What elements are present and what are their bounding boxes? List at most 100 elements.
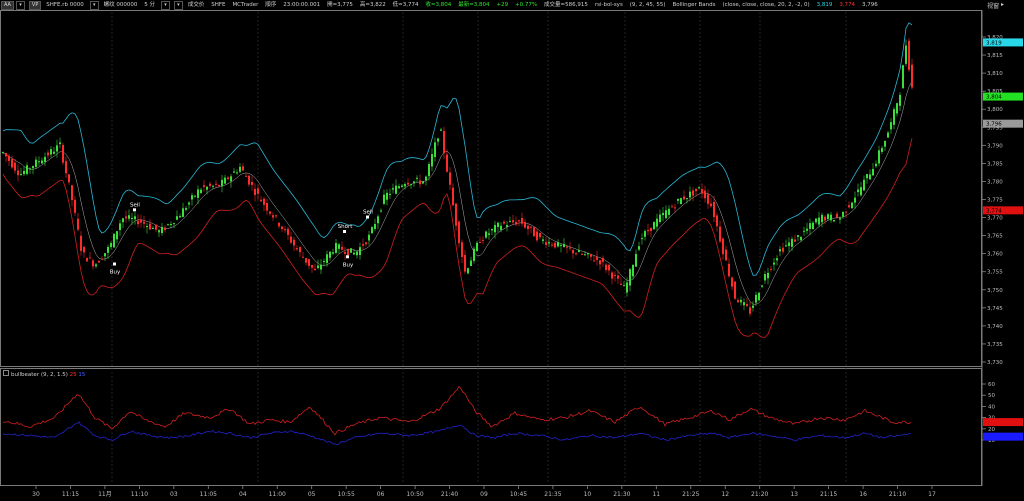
- price-badge-label: 3,819: [986, 40, 1002, 46]
- time-tick-label: 11:00: [269, 491, 286, 498]
- datasource-label: MCTrader: [232, 2, 259, 8]
- symbol-dropdown-icon[interactable]: ▾: [89, 1, 99, 10]
- open-value: 開=3,775: [327, 2, 353, 8]
- price-tick-label: 3,755: [987, 270, 1003, 276]
- settings-dropdown-icon[interactable]: ▾: [173, 1, 183, 10]
- time-tick-label: 16: [859, 491, 867, 498]
- time-tick-label: 21:30: [613, 491, 630, 498]
- time-tick-label: 21:35: [544, 491, 561, 498]
- bb-params: (close, close, close, 20, 2, -2, 0): [722, 2, 810, 8]
- window-menu[interactable]: 视窗 ▸: [987, 1, 1004, 10]
- price-tick-label: 3,770: [987, 216, 1003, 222]
- time-tick-label: 06: [377, 491, 385, 498]
- high-value: 高=3,822: [359, 2, 386, 8]
- price-tick-label: 3,810: [987, 71, 1003, 77]
- price-tick-label: 3,805: [987, 89, 1003, 95]
- time-tick-label: 21:25: [682, 491, 699, 498]
- time-tick-label: 03: [170, 491, 178, 498]
- last-value: 最新=3,804: [458, 2, 490, 8]
- time-tick-label: 11月: [98, 491, 112, 498]
- time-tick-label: 11: [652, 491, 660, 498]
- time-tick-label: 17: [928, 491, 936, 498]
- price-badge: [983, 119, 1023, 128]
- commodity-label: 螺纹 000000: [103, 2, 138, 8]
- mode-button[interactable]: VP: [28, 1, 42, 10]
- bb-lower-value: 3,774: [839, 2, 856, 8]
- indicator-tick-label: 50: [988, 393, 995, 399]
- price-badge: [983, 92, 1023, 101]
- indicator-badge: [983, 432, 1023, 441]
- close-value: 收=3,804: [425, 2, 452, 8]
- indicator-toggle-icon[interactable]: [3, 370, 9, 376]
- change-value: +29: [496, 2, 509, 8]
- interval-dropdown-icon[interactable]: ▾: [160, 1, 170, 10]
- price-tick-label: 3,745: [987, 306, 1003, 312]
- price-tick-label: 3,730: [987, 360, 1003, 366]
- indicator-value-1: 25: [69, 372, 77, 378]
- bb-upper-value: 3,819: [816, 2, 833, 8]
- time-tick-label: 05: [308, 491, 316, 498]
- price-tick-label: 3,775: [987, 198, 1003, 204]
- time-tick-label: 10:55: [338, 491, 355, 498]
- indicator-panel-border: [0, 368, 982, 486]
- time-tick-label: 10: [584, 491, 592, 498]
- indicator-value-2: 15: [78, 372, 86, 378]
- indicator-tick-label: 20: [988, 427, 995, 433]
- low-value: 低=3,774: [392, 2, 419, 8]
- price-tick-label: 3,815: [987, 53, 1003, 59]
- price-badge-label: 3,774: [986, 208, 1002, 214]
- price-badge: [983, 38, 1023, 47]
- time-tick-label: 10:50: [406, 491, 423, 498]
- price-tick-label: 3,780: [987, 179, 1003, 185]
- price-tick-label: 3,785: [987, 161, 1003, 167]
- price-tick-label: 3,795: [987, 125, 1003, 131]
- chevron-down-icon[interactable]: ▾: [15, 1, 25, 10]
- indicator-name: bullbeater: [11, 372, 40, 378]
- strategy-label: rsi-bol-sys: [594, 2, 623, 8]
- bb-label: Bollinger Bands: [672, 2, 716, 8]
- symbol-code[interactable]: SHFE.rb 0000: [46, 1, 84, 9]
- exchange-label: SHFE: [211, 2, 226, 8]
- price-tick-label: 3,820: [987, 35, 1003, 41]
- indicator-tick-label: 10: [988, 438, 995, 444]
- time-tick-label: 21:20: [751, 491, 768, 498]
- price-tick-label: 3,765: [987, 234, 1003, 240]
- price-tick-label: 3,750: [987, 288, 1003, 294]
- price-tick-label: 3,740: [987, 324, 1003, 330]
- time-tick-label: 13: [790, 491, 798, 498]
- price-badge-label: 3,796: [986, 122, 1002, 128]
- indicator-tick-label: 30: [988, 416, 995, 422]
- time-tick-label: 11:15: [62, 491, 79, 498]
- indicator-params: (9, 2, 1.5): [40, 372, 68, 378]
- bb-mid-value: 3,796: [861, 2, 878, 8]
- time-tick-label: 30: [32, 491, 40, 498]
- indicator-header: bullbeater (9, 2, 1.5) 25 15: [3, 370, 85, 378]
- bar-time: 23:00:00.001: [283, 2, 321, 8]
- indicator-tick-label: 60: [988, 382, 995, 388]
- time-tick-label: 21:10: [889, 491, 906, 498]
- time-tick-label: 21:40: [441, 491, 458, 498]
- change-pct-value: +0.77%: [515, 2, 538, 8]
- price-tick-label: 3,790: [987, 143, 1003, 149]
- chart-toolbar: AA ▾ VP SHFE.rb 0000 ▾ 螺纹 000000 5 分 ▾ ▾ …: [0, 0, 1024, 10]
- time-tick-label: 10:45: [510, 491, 527, 498]
- time-tick-label: 21:15: [820, 491, 837, 498]
- interval-label[interactable]: 5 分: [144, 1, 155, 9]
- profile-button[interactable]: AA: [1, 1, 14, 10]
- price-badge-label: 3,804: [986, 95, 1002, 101]
- time-tick-label: 11:05: [200, 491, 217, 498]
- session-label: 成交价: [187, 2, 205, 8]
- volume-value: 成交量=586,915: [544, 2, 588, 8]
- time-tick-label: 12: [721, 491, 729, 498]
- time-tick-label: 11:10: [131, 491, 148, 498]
- price-tick-label: 3,735: [987, 342, 1003, 348]
- strategy-params: (9, 2, 45, 55): [629, 2, 666, 8]
- time-tick-label: 09: [480, 491, 488, 498]
- time-tick-label: 04: [239, 491, 247, 498]
- indicator-tick-label: 40: [988, 404, 995, 410]
- price-tick-label: 3,800: [987, 107, 1003, 113]
- price-panel-border: [0, 10, 982, 367]
- mode-text: 順序: [265, 2, 277, 8]
- indicator-badge: [983, 418, 1023, 427]
- price-badge: [983, 206, 1023, 215]
